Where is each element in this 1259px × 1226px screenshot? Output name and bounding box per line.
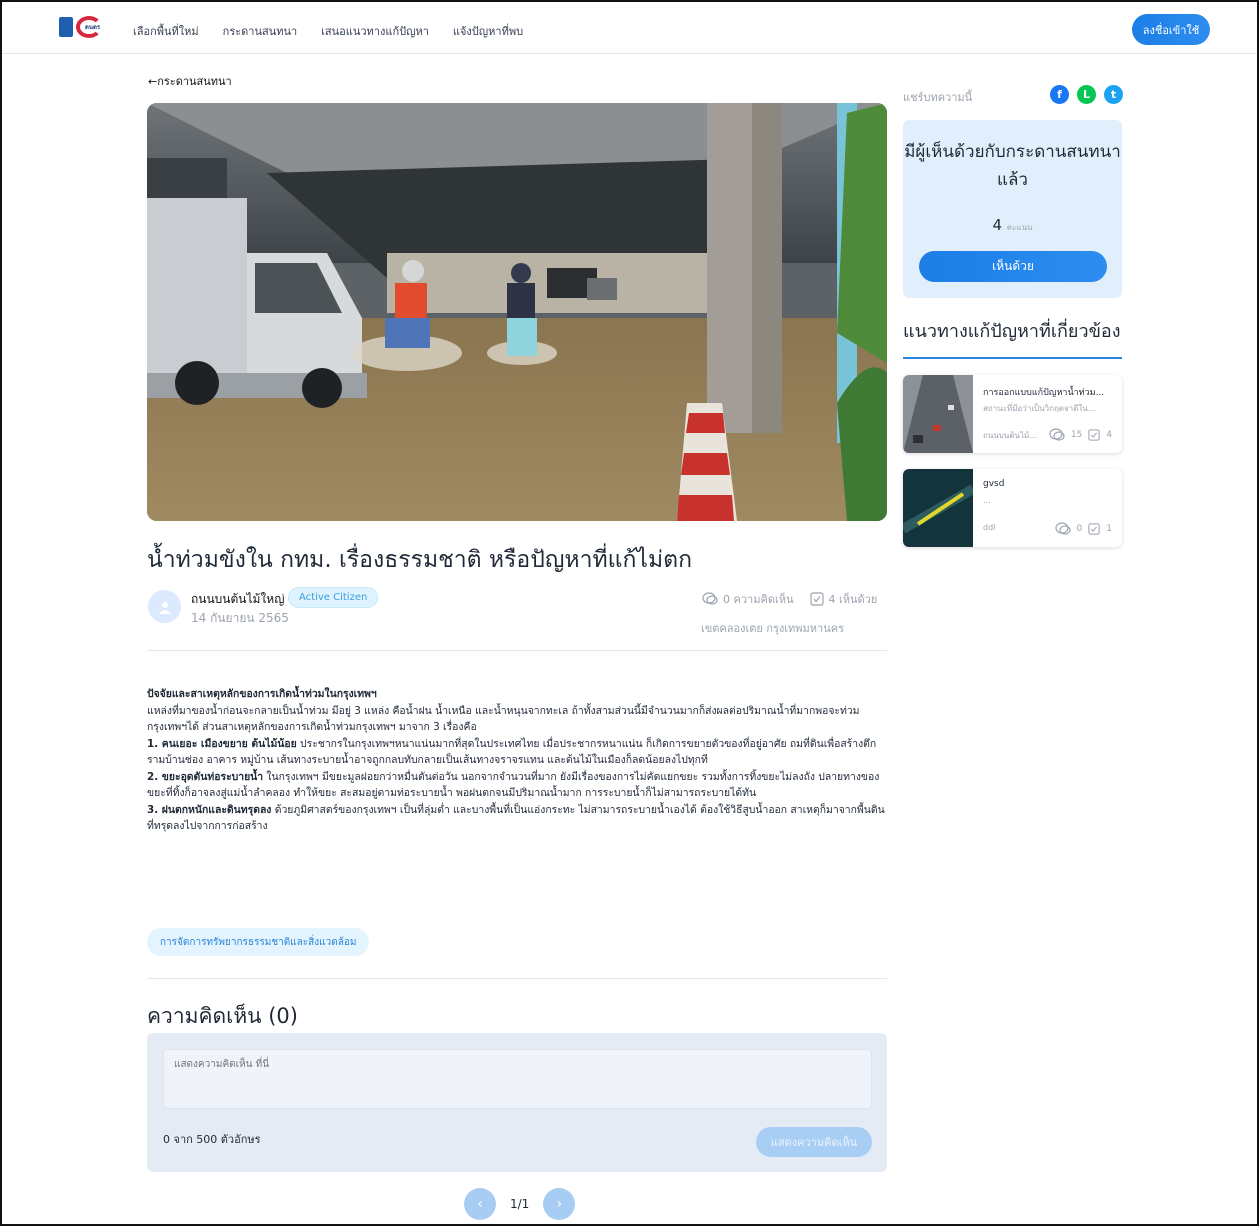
share-label: แชร์บทความนี้ xyxy=(903,91,973,104)
related-title: gvsd xyxy=(983,479,1005,489)
related-comment-count: 15 xyxy=(1070,430,1083,440)
pagination: ‹ 1/1 › xyxy=(464,1188,576,1220)
comment-stat: 0 ความคิดเห็น xyxy=(702,590,794,608)
related-agree-count: 4 xyxy=(1106,430,1112,440)
agree-unit: คะแนน xyxy=(1006,223,1033,232)
post-title: น้ำท่วมขังใน กทม. เรื่องธรรมชาติ หรือปัญ… xyxy=(147,547,693,573)
related-card[interactable]: การออกแบบแก้ปัญหาน้ำท่วม... สถานะที่มีอว… xyxy=(903,375,1122,453)
body-intro: แหล่งที่มาของน้ำก่อนจะกลายเป็นน้ำท่วม มี… xyxy=(147,704,860,734)
related-stats: 15 4 xyxy=(1049,428,1112,442)
divider xyxy=(147,650,887,651)
nav-select-area[interactable]: เลือกพื้นที่ใหม่ xyxy=(133,22,199,40)
related-solutions-title: แนวทางแก้ปัญหาที่เกี่ยวข้อง xyxy=(903,321,1121,342)
post-body: ปัจจัยและสาเหตุหลักของการเกิดน้ำท่วมในกร… xyxy=(147,686,889,835)
submit-comment-button[interactable]: แสดงความคิดเห็น xyxy=(756,1127,872,1157)
share-icons: f L t xyxy=(1050,85,1123,104)
author-avatar[interactable] xyxy=(148,590,181,623)
related-agree-count: 1 xyxy=(1106,524,1112,534)
checkbox-icon xyxy=(1088,523,1100,535)
char-count: 0 จาก 500 ตัวอักษร xyxy=(163,1133,261,1146)
comment-form: 0 จาก 500 ตัวอักษร แสดงความคิดเห็น xyxy=(147,1033,887,1172)
related-card[interactable]: gvsd ... ddl 0 1 xyxy=(903,469,1122,547)
line-icon[interactable]: L xyxy=(1077,85,1096,104)
nav-report-problem[interactable]: แจ้งปัญหาที่พบ xyxy=(453,22,523,40)
page-indicator: 1/1 xyxy=(510,1197,530,1211)
comment-input[interactable] xyxy=(163,1049,872,1109)
twitter-icon[interactable]: t xyxy=(1104,85,1123,104)
post-hero-image xyxy=(147,103,887,521)
agree-title: มีผู้เห็นด้วยกับกระดานสนทนาแล้ว xyxy=(904,142,1121,190)
author-name[interactable]: ถนนบนต้นไม้ใหญ่ xyxy=(191,590,284,609)
agree-count: 4 เห็นด้วย xyxy=(828,593,878,606)
back-link[interactable]: ←กระดานสนทนา xyxy=(148,72,232,90)
site-logo[interactable]: ดนตร xyxy=(59,14,107,40)
agree-button[interactable]: เห็นด้วย xyxy=(919,251,1107,282)
author-badge: Active Citizen xyxy=(288,587,379,608)
nav-discussion-board[interactable]: กระดานสนทนา xyxy=(223,22,298,40)
nav-propose-solution[interactable]: เสนอแนวทางแก้ปัญหา xyxy=(321,22,429,40)
related-author: ddl xyxy=(983,523,996,532)
related-author: ถนนบนต้นไม้... xyxy=(983,431,1037,440)
body-point-3-title: 3. ฝนตกหนักและดินทรุดลง xyxy=(147,803,272,816)
related-stats: 0 1 xyxy=(1054,522,1112,536)
post-date: 14 กันยายน 2565 xyxy=(191,611,289,625)
un-logo-icon xyxy=(59,17,73,37)
comment-icon xyxy=(702,592,718,605)
divider xyxy=(147,978,887,979)
agree-stat: 4 เห็นด้วย xyxy=(809,590,878,608)
agree-number: 4 xyxy=(992,216,1002,234)
related-title: การออกแบบแก้ปัญหาน้ำท่วม... xyxy=(983,388,1105,398)
comments-title: ความคิดเห็น (0) xyxy=(147,1004,298,1028)
login-button[interactable]: ลงชื่อเข้าใช้ xyxy=(1132,14,1210,45)
related-thumbnail xyxy=(903,469,973,547)
comment-icon xyxy=(1049,428,1065,441)
post-stats: 0 ความคิดเห็น 4 เห็นด้วย xyxy=(702,590,877,608)
post-location: เขตคลองเตย กรุงเทพมหานคร xyxy=(701,622,845,635)
related-underline xyxy=(903,357,1122,359)
c-logo-icon: ดนตร xyxy=(76,16,102,38)
main-nav: เลือกพื้นที่ใหม่ กระดานสนทนา เสนอแนวทางแ… xyxy=(133,22,523,40)
user-icon xyxy=(158,601,171,614)
checkbox-icon xyxy=(1088,429,1100,441)
comment-icon xyxy=(1054,522,1071,535)
body-point-2-title: 2. ขยะอุดตันท่อระบายน้ำ xyxy=(147,770,264,783)
category-tag[interactable]: การจัดการทรัพยากรธรรมชาติและสิ่งแวดล้อม xyxy=(147,928,370,956)
top-navbar: ดนตร เลือกพื้นที่ใหม่ กระดานสนทนา เสนอแน… xyxy=(2,2,1257,54)
next-page-button[interactable]: › xyxy=(543,1188,576,1220)
checkbox-icon xyxy=(809,592,824,606)
related-thumbnail xyxy=(903,375,973,453)
prev-page-button[interactable]: ‹ xyxy=(464,1188,496,1220)
facebook-icon[interactable]: f xyxy=(1050,85,1069,104)
related-subtitle: ... xyxy=(983,496,991,505)
body-heading: ปัจจัยและสาเหตุหลักของการเกิดน้ำท่วมในกร… xyxy=(147,688,377,700)
agree-card: มีผู้เห็นด้วยกับกระดานสนทนาแล้ว 4 คะแนน … xyxy=(903,120,1122,298)
related-comment-count: 0 xyxy=(1076,524,1083,534)
related-subtitle: สถานะที่มีอว่าเป็นวิกฤตจาดีใน... xyxy=(983,404,1096,413)
comment-count: 0 ความคิดเห็น xyxy=(723,593,794,606)
page-frame: ดนตร เลือกพื้นที่ใหม่ กระดานสนทนา เสนอแน… xyxy=(0,0,1259,1226)
body-point-1-title: 1. คนเยอะ เมืองขยาย ต้นไม้น้อย xyxy=(147,737,297,750)
agree-total: 4 คะแนน xyxy=(903,216,1122,234)
